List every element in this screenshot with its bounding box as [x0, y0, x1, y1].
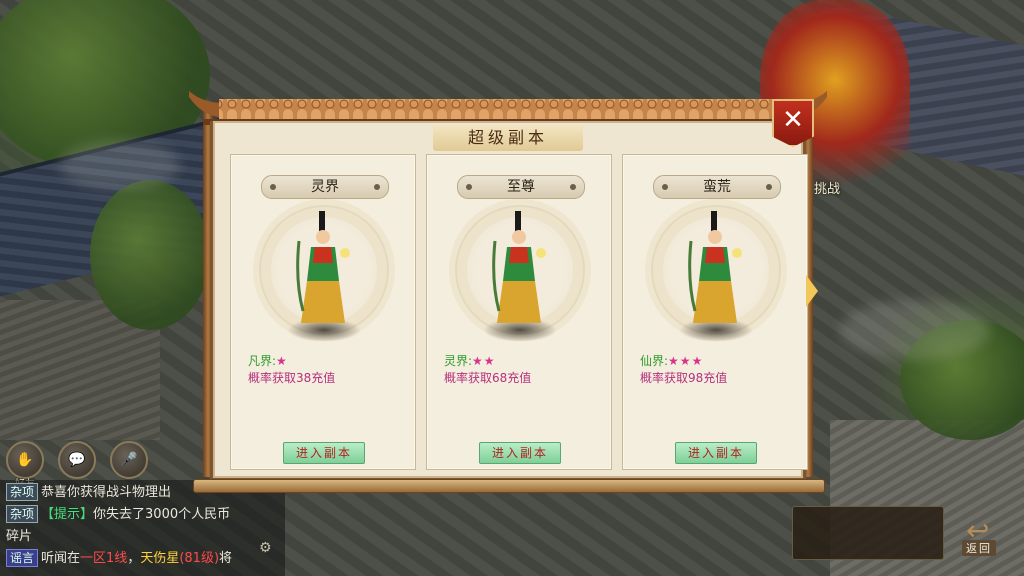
chat-settings-gear-icon[interactable]: ⚙ [259, 540, 272, 556]
reward-probability: 概率获取38充值 [248, 371, 336, 385]
realm-label: 仙界: [640, 354, 669, 368]
chat-line: 谣言 听闻在一区1线，天伤星(81级)将 [6, 548, 279, 570]
realm-label: 灵界: [444, 354, 473, 368]
chat-line: 杂项 【提示】你失去了3000个人民币 [6, 504, 279, 526]
dungeon-name: 灵界 [261, 175, 389, 199]
friends-icon: ✋ [16, 452, 34, 468]
chat-button[interactable]: 💬 [58, 441, 96, 479]
chat-text: ， [127, 551, 141, 566]
realm-requirement: 凡界:★ [248, 352, 288, 369]
chat-channel-tag: 杂项 [6, 483, 39, 501]
back-button[interactable]: ↩ 返回 [958, 512, 1004, 558]
dungeon-card-manhuang: 蛮荒 仙界:★★★ 概率获取98充值 进入副本 [622, 154, 808, 470]
chat-boss-level: (81级) [179, 551, 220, 566]
back-label: 返回 [962, 540, 996, 556]
chat-bubble-icon: 💬 [68, 452, 86, 468]
chat-line: 碎片 [6, 526, 279, 548]
reward-probability: 概率获取68充值 [444, 371, 532, 385]
realm-label: 凡界: [248, 354, 277, 368]
super-dungeon-dialog: 超级副本 ✕ 灵界 凡界:★ 概率获取38充值 进入副本 至尊 灵界:★★ 概率… [183, 87, 833, 495]
fog [840, 300, 990, 360]
chat-text: 将 [219, 551, 233, 566]
voice-button[interactable]: 🎤 [110, 441, 148, 479]
chat-location: 一区1线 [80, 551, 128, 566]
realm-requirement: 仙界:★★★ [640, 352, 703, 369]
realm-stars: ★ [276, 354, 288, 368]
fog [60, 140, 180, 190]
next-page-arrow-icon[interactable] [806, 275, 818, 307]
realm-requirement: 灵界:★★ [444, 352, 496, 369]
chat-boss-name: 天伤星 [140, 551, 180, 566]
chat-text: 恭喜你获得战斗物理出 [41, 485, 172, 500]
info-panel[interactable] [792, 506, 944, 560]
dungeon-name: 蛮荒 [653, 175, 781, 199]
dungeon-card-zhizun: 至尊 灵界:★★ 概率获取68充值 进入副本 [426, 154, 612, 470]
close-icon: ✕ [782, 105, 804, 135]
friends-button[interactable]: ✋ 好友 [6, 441, 44, 490]
realm-stars: ★★ [472, 354, 496, 368]
chat-channel-tag: 杂项 [6, 505, 39, 523]
hero-portrait [296, 211, 350, 323]
chat-text: 你失去了3000个人民币 [93, 507, 231, 522]
microphone-icon: 🎤 [120, 452, 138, 468]
hero-portrait [688, 211, 742, 323]
hero-portrait [492, 211, 546, 323]
enter-dungeon-button[interactable]: 进入副本 [283, 442, 365, 464]
chat-text: 碎片 [6, 529, 33, 544]
chat-hint: 【提示】 [41, 507, 94, 522]
enter-dungeon-button[interactable]: 进入副本 [675, 442, 757, 464]
reward-probability: 概率获取98充值 [640, 371, 728, 385]
dungeon-card-lingjie: 灵界 凡界:★ 概率获取38充值 进入副本 [230, 154, 416, 470]
dialog-bottom-rail [193, 479, 825, 493]
dialog-title: 超级副本 [433, 125, 583, 151]
dungeon-name: 至尊 [457, 175, 585, 199]
chat-channel-tag: 谣言 [6, 549, 39, 567]
realm-stars: ★★★ [668, 354, 704, 368]
enter-dungeon-button[interactable]: 进入副本 [479, 442, 561, 464]
chat-text: 听闻在 [41, 551, 81, 566]
